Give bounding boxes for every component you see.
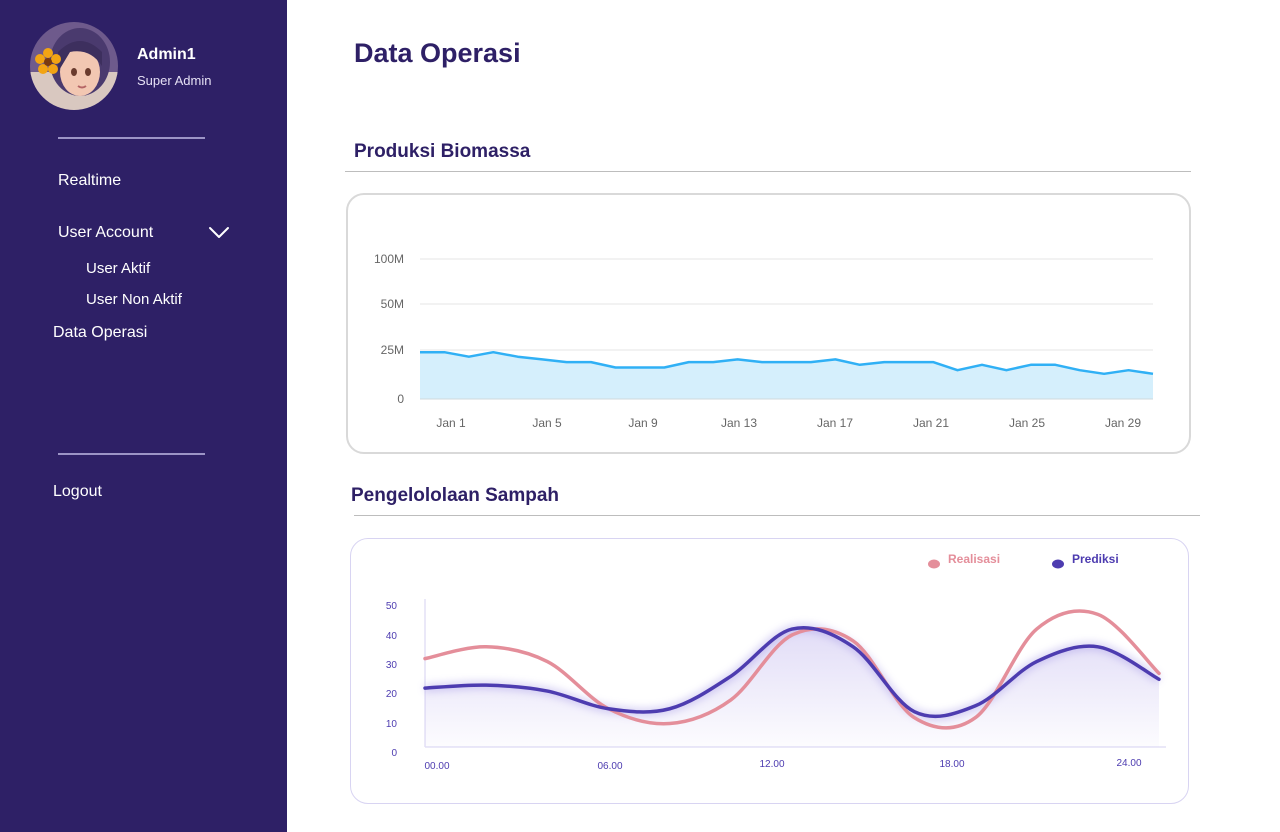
section-title-biomassa: Produksi Biomassa — [354, 141, 531, 162]
y-tick-label: 0 — [397, 392, 404, 406]
x-tick-label: Jan 13 — [721, 416, 757, 430]
y-tick-label: 25M — [381, 343, 404, 357]
sampah-chart-card: 50 40 30 20 10 0 00.00 06.00 12.00 18.00 24.00 Real… — [350, 538, 1189, 804]
biomassa-chart: 100M 50M 25M 0 Jan 1 Jan 5 Jan 9 Jan 13 Jan 17 Ja… — [374, 252, 1154, 430]
x-tick-label: 18.00 — [939, 759, 964, 770]
x-tick-label: 12.00 — [759, 759, 784, 770]
sidebar-divider — [58, 453, 205, 455]
legend-label: Realisasi — [948, 552, 1000, 566]
y-tick-label: 50 — [386, 601, 398, 612]
x-tick-label: Jan 1 — [436, 416, 466, 430]
logout-link[interactable]: Logout — [53, 483, 102, 501]
y-tick-label: 50M — [381, 297, 404, 311]
sidebar-divider — [58, 137, 205, 139]
page-title: Data Operasi — [354, 38, 521, 68]
y-tick-label: 0 — [391, 748, 397, 759]
nav-item-data-operasi[interactable]: Data Operasi — [53, 324, 147, 342]
sidebar: Admin1 Super Admin Realtime User Account… — [0, 0, 287, 832]
section-divider — [354, 515, 1200, 516]
x-tick-label: Jan 5 — [532, 416, 562, 430]
biomassa-chart-card: 100M 50M 25M 0 Jan 1 Jan 5 Jan 9 Jan 13 Jan 17 Ja… — [346, 193, 1191, 454]
nav-item-user-aktif[interactable]: User Aktif — [86, 260, 150, 277]
avatar-image — [30, 22, 118, 110]
section-title-sampah: Pengelololaan Sampah — [351, 485, 559, 506]
x-tick-label: Jan 9 — [628, 416, 658, 430]
x-tick-label: Jan 17 — [817, 416, 853, 430]
y-tick-label: 100M — [374, 252, 404, 266]
legend-marker — [1052, 559, 1064, 569]
chevron-down-icon[interactable] — [208, 224, 230, 240]
x-tick-label: 24.00 — [1116, 758, 1141, 769]
legend-label: Prediksi — [1072, 552, 1119, 566]
user-role: Super Admin — [137, 73, 212, 88]
x-tick-label: Jan 21 — [913, 416, 949, 430]
x-tick-label: Jan 29 — [1105, 416, 1141, 430]
nav-item-user-account[interactable]: User Account — [58, 224, 153, 242]
x-tick-label: 00.00 — [424, 761, 449, 772]
user-avatar[interactable] — [30, 22, 118, 110]
y-tick-label: 30 — [386, 660, 398, 671]
legend-marker — [928, 559, 940, 569]
y-tick-label: 10 — [386, 719, 398, 730]
x-tick-label: Jan 25 — [1009, 416, 1045, 430]
user-name: Admin1 — [137, 46, 196, 63]
y-tick-label: 20 — [386, 689, 398, 700]
sampah-chart: 50 40 30 20 10 0 00.00 06.00 12.00 18.00 24.00 Real… — [386, 552, 1166, 772]
x-tick-label: 06.00 — [597, 761, 622, 772]
nav-item-realtime[interactable]: Realtime — [58, 172, 121, 190]
nav-item-user-non-aktif[interactable]: User Non Aktif — [86, 291, 182, 308]
section-divider — [345, 171, 1191, 172]
y-tick-label: 40 — [386, 631, 398, 642]
main-content: Data Operasi Produksi Biomassa 100M 50M 25… — [287, 0, 1280, 832]
